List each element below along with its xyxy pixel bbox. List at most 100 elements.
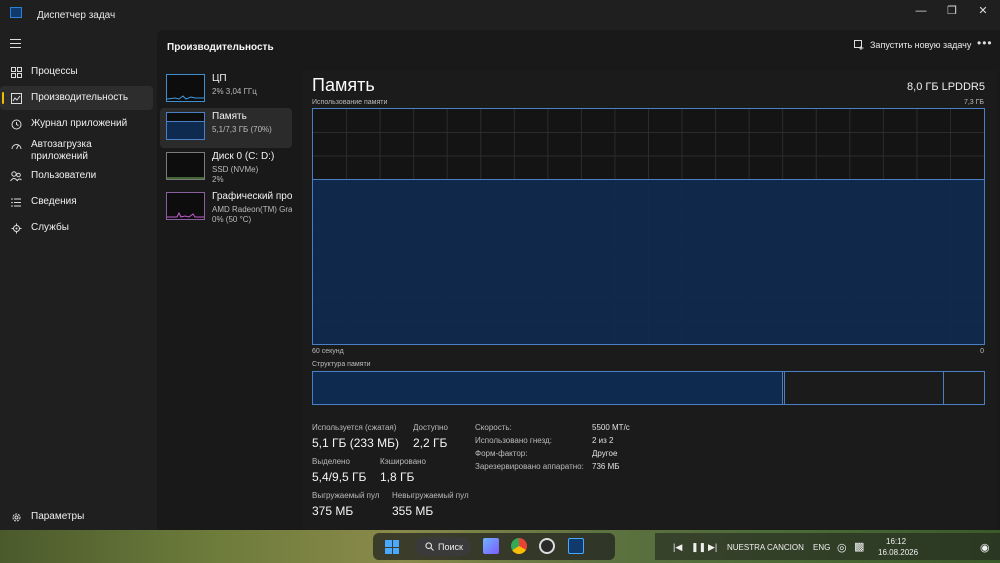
sidebar-item-startup[interactable]: Автозагрузка приложений [0, 136, 153, 166]
task-manager-taskbar-icon[interactable] [568, 538, 584, 554]
memory-title: Память [312, 75, 375, 95]
network-icon[interactable]: ◎ [837, 541, 847, 554]
memory-usage-graph [312, 108, 985, 345]
sidebar-item-label: Автозагрузка приложений [31, 139, 92, 162]
cpu-thumbnail [166, 74, 205, 102]
resource-card-memory[interactable]: Память 5,1/7,3 ГБ (70%) [160, 108, 292, 148]
window-title: Диспетчер задач [37, 10, 116, 21]
next-track-icon[interactable]: ▶| [708, 542, 717, 553]
task-manager-window: Диспетчер задач — ❐ ✕ Процессы Производи… [0, 0, 1000, 530]
sidebar-item-label: Сведения [31, 196, 77, 207]
stat-label: Выделено [312, 457, 350, 466]
stat-label: Используется (сжатая) [312, 423, 397, 432]
page-title: Производительность [167, 42, 274, 53]
media-player-icon[interactable] [539, 538, 555, 554]
stat-value: 5,4/9,5 ГБ [312, 470, 367, 484]
usage-area [313, 179, 984, 344]
stat-label: Невыгружаемый пул [392, 491, 469, 500]
card-name: ЦП [212, 73, 227, 84]
performance-icon [10, 92, 22, 104]
graph-time-right: 0 [980, 348, 984, 355]
resource-card-disk[interactable]: Диск 0 (C: D:) SSD (NVMe) 2% [160, 148, 292, 188]
detail-key: Использовано гнезд: [475, 436, 552, 445]
stat-value: 2,2 ГБ [413, 436, 448, 450]
maximize-button[interactable]: ❐ [943, 3, 961, 19]
card-sub: 5,1/7,3 ГБ (70%) [212, 125, 272, 134]
sidebar-item-label: Журнал приложений [31, 118, 128, 129]
resource-card-gpu[interactable]: Графический процессор 0 AMD Radeon(TM) G… [160, 188, 292, 228]
usage-graph-max: 7,3 ГБ [963, 99, 984, 106]
run-new-task-button[interactable]: Запустить новую задачу [854, 40, 971, 50]
usage-graph-label: Использование памяти [312, 99, 388, 106]
memory-type: 8,0 ГБ LPDDR5 [907, 81, 985, 93]
run-task-label: Запустить новую задачу [870, 40, 972, 50]
language-indicator[interactable]: ENG [813, 543, 830, 552]
gear-icon [10, 511, 22, 523]
minimize-button[interactable]: — [912, 3, 930, 19]
sidebar-item-label: Службы [31, 222, 69, 233]
card-name: Память [212, 111, 247, 122]
card-sub2: 2% [212, 175, 224, 184]
structure-free [944, 372, 984, 404]
structure-in-use [313, 372, 782, 404]
detail-key: Форм-фактор: [475, 449, 528, 458]
clock-time[interactable]: 16:12 [886, 537, 906, 546]
content-header: Производительность Запустить новую задач… [157, 30, 1000, 64]
stat-value: 1,8 ГБ [380, 470, 415, 484]
detail-key: Скорость: [475, 423, 512, 432]
card-sub: AMD Radeon(TM) Graphics [212, 205, 292, 214]
pause-icon[interactable]: ❚❚ [691, 542, 706, 553]
sidebar-item-label: Производительность [31, 92, 129, 103]
stat-value: 375 МБ [312, 504, 354, 518]
previous-track-icon[interactable]: |◀ [673, 542, 682, 553]
memory-thumbnail [166, 112, 205, 140]
structure-standby [785, 372, 944, 404]
card-name: Диск 0 (C: D:) [212, 151, 275, 162]
task-manager-icon [10, 7, 22, 18]
card-sub: 2% 3,04 ГГц [212, 87, 257, 96]
users-icon [10, 170, 22, 182]
services-icon [10, 222, 22, 234]
details-icon [10, 196, 22, 208]
graph-time-left: 60 секунд [312, 348, 344, 355]
sidebar-item-label: Процессы [31, 66, 78, 77]
sidebar-item-app-history[interactable]: Журнал приложений [0, 112, 153, 136]
taskbar-search[interactable]: Поиск [415, 537, 471, 556]
sidebar-item-users[interactable]: Пользователи [0, 164, 153, 188]
detail-value: 2 из 2 [592, 436, 614, 445]
run-task-icon [854, 40, 864, 50]
detail-value: 5500 МТ/с [592, 423, 630, 432]
sidebar-item-services[interactable]: Службы [0, 216, 153, 240]
system-tray: |◀ ❚❚ ▶| NUESTRA CANCION ENG ◎ ▩ 16:12 1… [655, 533, 1000, 560]
notifications-icon[interactable]: ◉ [980, 541, 990, 554]
close-button[interactable]: ✕ [974, 3, 992, 19]
vpn-app-icon[interactable] [483, 538, 499, 554]
battery-icon[interactable]: ▩ [854, 540, 864, 553]
start-button[interactable] [385, 540, 399, 554]
sidebar-item-label: Пользователи [31, 170, 97, 181]
resource-card-cpu[interactable]: ЦП 2% 3,04 ГГц [160, 70, 292, 110]
card-name: Графический процессор 0 [212, 191, 292, 202]
media-title: NUESTRA CANCION [727, 543, 804, 552]
stat-label: Кэшировано [380, 457, 427, 466]
taskbar: Поиск |◀ ❚❚ ▶| NUESTRA CANCION ENG ◎ ▩ 1… [0, 530, 1000, 563]
sidebar-item-details[interactable]: Сведения [0, 190, 153, 214]
detail-value: Другое [592, 449, 618, 458]
sidebar-item-performance[interactable]: Производительность [0, 86, 153, 110]
sidebar-item-settings[interactable]: Параметры [0, 505, 153, 529]
clock-date[interactable]: 16.08.2026 [878, 548, 918, 557]
chrome-icon[interactable] [511, 538, 527, 554]
detail-key: Зарезервировано аппаратно: [475, 462, 584, 471]
taskbar-apps: Поиск [373, 533, 615, 560]
memory-panel: Память 8,0 ГБ LPDDR5 Использование памят… [302, 70, 997, 530]
startup-icon [10, 140, 22, 152]
usage-graph-svg [313, 109, 984, 344]
search-label: Поиск [438, 541, 463, 552]
menu-icon[interactable] [10, 39, 21, 51]
processes-icon [10, 66, 22, 78]
structure-label: Структура памяти [312, 361, 371, 368]
sidebar-item-processes[interactable]: Процессы [0, 60, 153, 84]
memory-thumbnail-fill [167, 120, 204, 139]
more-options-icon[interactable]: ••• [977, 36, 993, 50]
content-area: Производительность Запустить новую задач… [157, 30, 1000, 530]
